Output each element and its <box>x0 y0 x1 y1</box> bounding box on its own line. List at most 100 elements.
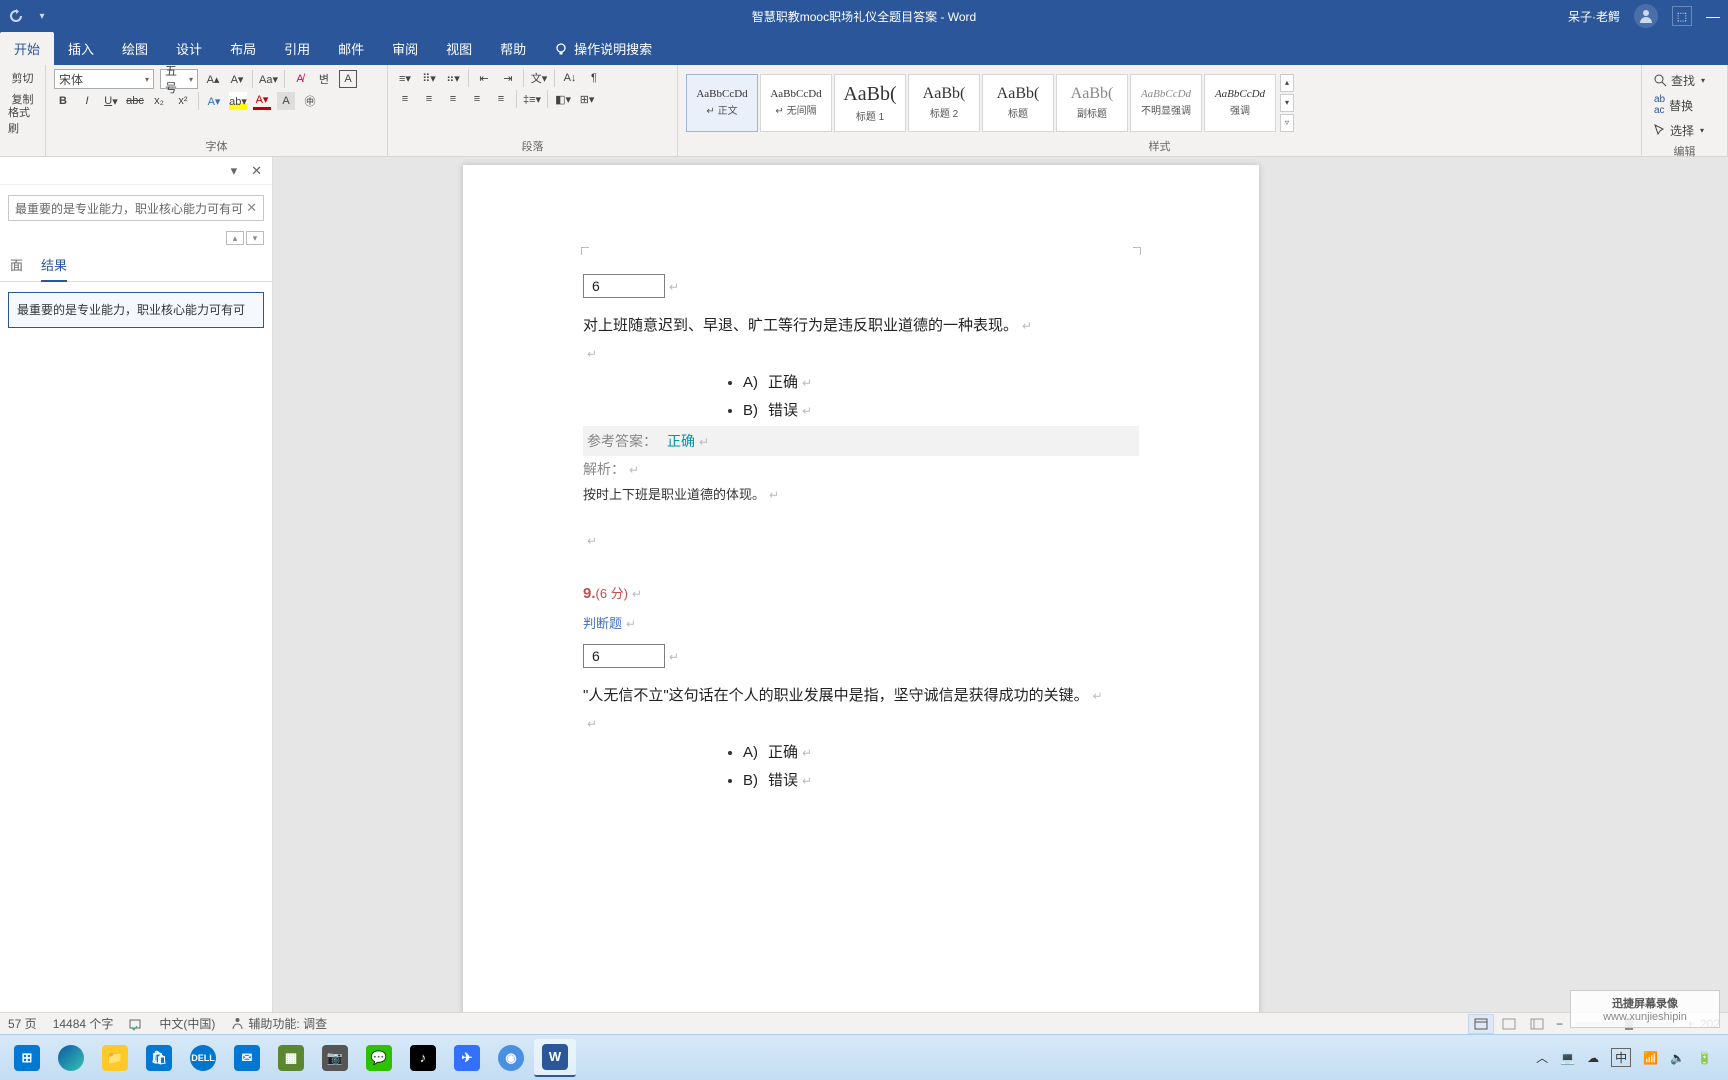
document-page[interactable]: 6↵ 对上班随意迟到、早退、旷工等行为是违反职业道德的一种表现。↵ ↵ A)正确… <box>463 165 1259 1012</box>
taskbar-dell[interactable]: DELL <box>182 1039 224 1077</box>
styles-scrollbar[interactable]: ▴ ▾ ▿ <box>1280 74 1294 132</box>
numbering-button[interactable]: ⠿▾ <box>420 69 438 87</box>
ribbon-display-options[interactable]: ⬚ <box>1672 6 1692 26</box>
distributed-button[interactable]: ≡ <box>492 90 510 108</box>
clear-search-button[interactable]: ✕ <box>246 200 257 216</box>
bold-button[interactable]: B <box>54 92 72 110</box>
shading-button[interactable]: ◧▾ <box>554 90 572 108</box>
tab-home[interactable]: 开始 <box>0 32 54 65</box>
text-effects-button[interactable]: A▾ <box>205 92 223 110</box>
change-case-button[interactable]: Aa▾ <box>259 70 278 88</box>
navtab-headings[interactable]: 面 <box>10 251 23 281</box>
accessibility-status[interactable]: 辅助功能: 调查 <box>231 1015 327 1032</box>
tab-draw[interactable]: 绘图 <box>108 32 162 65</box>
tell-me-search[interactable]: 操作说明搜索 <box>540 32 666 65</box>
search-result-item[interactable]: 最重要的是专业能力，职业核心能力可有可 <box>8 292 264 328</box>
navpane-search-box[interactable]: 最重要的是专业能力，职业核心能力可有可 ✕ <box>8 195 264 221</box>
tray-wifi-icon[interactable]: 📶 <box>1643 1051 1658 1065</box>
taskbar-feishu[interactable]: ✈ <box>446 1039 488 1077</box>
phonetic-guide-button[interactable]: 변 <box>315 70 333 88</box>
style-emphasis[interactable]: AaBbCcDd强调 <box>1204 74 1276 132</box>
style-normal[interactable]: AaBbCcDd↵ 正文 <box>686 74 758 132</box>
user-avatar[interactable] <box>1634 4 1658 28</box>
format-painter-button[interactable]: 格式刷 <box>8 111 37 129</box>
font-color-button[interactable]: A▾ <box>253 92 271 110</box>
taskbar-store[interactable]: 🛍 <box>138 1039 180 1077</box>
select-button[interactable]: 选择▾ <box>1650 119 1719 141</box>
tab-help[interactable]: 帮助 <box>486 32 540 65</box>
tab-view[interactable]: 视图 <box>432 32 486 65</box>
print-layout-view[interactable] <box>1468 1014 1494 1034</box>
align-right-button[interactable]: ≡ <box>444 90 462 108</box>
tab-insert[interactable]: 插入 <box>54 32 108 65</box>
tray-volume-icon[interactable]: 🔈 <box>1670 1051 1685 1065</box>
next-result-button[interactable]: ▾ <box>246 231 264 245</box>
tray-onedrive-icon[interactable]: ☁ <box>1587 1051 1599 1065</box>
line-spacing-button[interactable]: ‡≡▾ <box>523 90 541 108</box>
tray-ime-indicator[interactable]: 中 <box>1611 1048 1631 1067</box>
tab-layout[interactable]: 布局 <box>216 32 270 65</box>
align-center-button[interactable]: ≡ <box>420 90 438 108</box>
bullets-button[interactable]: ≡▾ <box>396 69 414 87</box>
show-marks-button[interactable]: ¶ <box>585 69 603 87</box>
increase-indent-button[interactable]: ⇥ <box>499 69 517 87</box>
subscript-button[interactable]: x₂ <box>150 92 168 110</box>
style-subtitle[interactable]: AaBb(副标题 <box>1056 74 1128 132</box>
navpane-options-icon[interactable]: ▾ <box>231 163 238 179</box>
tray-meeting-icon[interactable]: 💻 <box>1560 1051 1575 1065</box>
taskbar-camera[interactable]: 📷 <box>314 1039 356 1077</box>
justify-button[interactable]: ≡ <box>468 90 486 108</box>
style-title[interactable]: AaBb(标题 <box>982 74 1054 132</box>
character-border-button[interactable]: A <box>339 70 357 88</box>
language-status[interactable]: 中文(中国) <box>159 1015 215 1032</box>
navpane-close-button[interactable]: ✕ <box>251 163 262 179</box>
tab-mailings[interactable]: 邮件 <box>324 32 378 65</box>
word-count[interactable]: 14484 个字 <box>53 1015 114 1032</box>
taskbar-qqbrowser[interactable]: ◉ <box>490 1039 532 1077</box>
superscript-button[interactable]: x² <box>174 92 192 110</box>
qat-dropdown-icon[interactable]: ▾ <box>34 8 50 24</box>
tab-review[interactable]: 审阅 <box>378 32 432 65</box>
tray-battery-icon[interactable]: 🔋 <box>1697 1051 1712 1065</box>
taskbar-mail[interactable]: ✉ <box>226 1039 268 1077</box>
tray-chevron-up-icon[interactable]: ︿ <box>1536 1049 1548 1066</box>
asian-layout-button[interactable]: 文▾ <box>530 69 548 87</box>
strikethrough-button[interactable]: abc <box>126 92 144 110</box>
increase-font-button[interactable]: A▴ <box>204 70 222 88</box>
clear-formatting-button[interactable]: A̸ <box>291 70 309 88</box>
web-layout-view[interactable] <box>1524 1014 1550 1034</box>
scroll-down-icon[interactable]: ▾ <box>1280 94 1294 112</box>
replace-button[interactable]: abac替换 <box>1650 94 1719 116</box>
decrease-font-button[interactable]: A▾ <box>228 70 246 88</box>
zoom-out-button[interactable]: − <box>1556 1017 1563 1031</box>
start-button[interactable]: ⊞ <box>6 1039 48 1077</box>
prev-result-button[interactable]: ▴ <box>226 231 244 245</box>
minimize-button[interactable]: — <box>1706 8 1720 24</box>
enclose-chars-button[interactable]: ㊥ <box>301 92 319 110</box>
navtab-results[interactable]: 结果 <box>41 251 67 282</box>
decrease-indent-button[interactable]: ⇤ <box>475 69 493 87</box>
style-subtle-emphasis[interactable]: AaBbCcDd不明显强调 <box>1130 74 1202 132</box>
borders-button[interactable]: ⊞▾ <box>578 90 596 108</box>
tab-design[interactable]: 设计 <box>162 32 216 65</box>
spellcheck-icon[interactable] <box>129 1017 143 1031</box>
sort-button[interactable]: A↓ <box>561 69 579 87</box>
scroll-up-icon[interactable]: ▴ <box>1280 74 1294 92</box>
style-heading1[interactable]: AaBb(标题 1 <box>834 74 906 132</box>
taskbar-edge[interactable] <box>50 1039 92 1077</box>
font-size-combobox[interactable]: 五号▾ <box>160 69 198 89</box>
taskbar-minecraft[interactable]: ▦ <box>270 1039 312 1077</box>
italic-button[interactable]: I <box>78 92 96 110</box>
expand-gallery-icon[interactable]: ▿ <box>1280 114 1294 132</box>
font-name-combobox[interactable]: 宋体▾ <box>54 69 154 89</box>
highlight-button[interactable]: ab▾ <box>229 92 247 110</box>
page-count[interactable]: 57 页 <box>8 1015 37 1032</box>
style-heading2[interactable]: AaBb(标题 2 <box>908 74 980 132</box>
find-button[interactable]: 查找▾ <box>1650 69 1719 91</box>
taskbar-explorer[interactable]: 📁 <box>94 1039 136 1077</box>
align-left-button[interactable]: ≡ <box>396 90 414 108</box>
style-nospacing[interactable]: AaBbCcDd↵ 无间隔 <box>760 74 832 132</box>
multilevel-button[interactable]: ⠶▾ <box>444 69 462 87</box>
cut-button[interactable]: 剪切 <box>8 69 37 87</box>
read-mode-view[interactable] <box>1496 1014 1522 1034</box>
